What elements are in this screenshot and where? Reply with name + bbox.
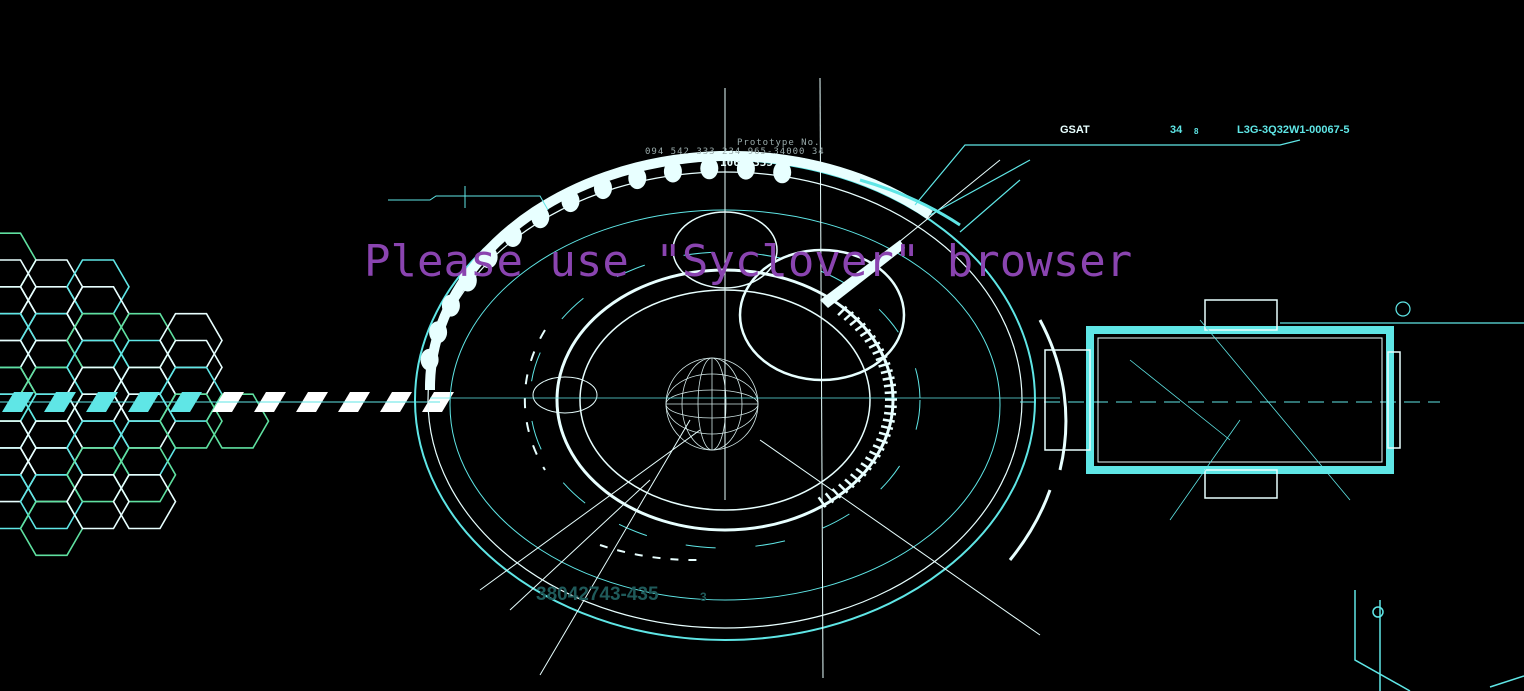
tick-mark xyxy=(880,369,893,375)
hud-background-graphic xyxy=(0,77,1524,691)
upper-right-frame xyxy=(914,139,1301,233)
serial-code-label: L3G-3Q32W1-00067-5 xyxy=(1237,124,1350,136)
dim-code-label: 38042743-435 xyxy=(536,584,659,605)
wire-sphere xyxy=(665,357,759,451)
tick-mark xyxy=(880,424,894,431)
tick-mark xyxy=(882,376,895,381)
tick-mark xyxy=(883,411,897,416)
count-label: 34 xyxy=(1170,124,1183,136)
bottom-right-details xyxy=(1354,590,1524,691)
tick-mark xyxy=(884,405,897,409)
gsat-label: GSAT xyxy=(1060,124,1090,136)
tick-mark xyxy=(883,383,897,388)
tick-mark xyxy=(884,390,897,395)
dim-sub-label: 3 xyxy=(700,590,707,604)
tick-mark xyxy=(882,418,895,423)
count-sub-label: 8 xyxy=(1194,127,1199,136)
hud-scene: GSAT 34 8 L3G-3Q32W1-00067-5 Prototype N… xyxy=(0,0,1524,691)
right-module xyxy=(1044,299,1524,521)
upper-left-bracket xyxy=(388,186,549,211)
digits-mid-label: 10675335 5896 xyxy=(720,156,807,169)
browser-requirement-message: Please use "Syclover" browser xyxy=(364,236,1133,287)
dashed-arc xyxy=(523,329,546,471)
tick-arc xyxy=(817,305,898,508)
